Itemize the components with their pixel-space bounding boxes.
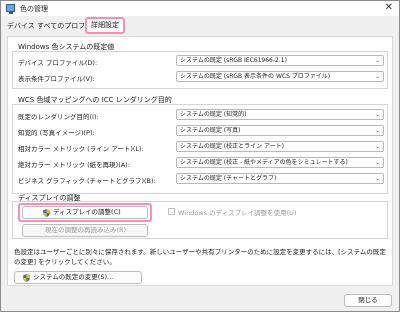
- chevron-down-icon: ⌄: [374, 143, 380, 150]
- default-intent-select[interactable]: システムの既定 (知覚的) ⌄: [176, 109, 384, 120]
- relative-colorimetric-select[interactable]: システムの既定 (校正とライン アート) ⌄: [176, 141, 384, 152]
- absolute-colorimetric-value: システムの既定 (校正 - 紙やメディアの色をシミュレートする): [180, 159, 348, 166]
- absolute-colorimetric-label: 絶対カラー メトリック (紙を再現)(A):: [18, 161, 130, 169]
- close-button[interactable]: 閉じる: [344, 294, 392, 307]
- device-profile-value: システムの既定 (sRGB IEC61966-2.1): [180, 57, 287, 64]
- tab-advanced[interactable]: 詳細設定: [85, 17, 125, 34]
- tab-bar: デバイス すべてのプロファイル 詳細設定: [1, 17, 399, 36]
- default-intent-value: システムの既定 (知覚的): [180, 111, 247, 118]
- business-graphics-value: システムの既定 (チャートとグラフ): [180, 175, 277, 182]
- use-windows-calibration-label: Windows のディスプレイ調整を使用(U): [178, 209, 297, 217]
- absolute-colorimetric-select[interactable]: システムの既定 (校正 - 紙やメディアの色をシミュレートする) ⌄: [176, 157, 384, 168]
- device-profile-select[interactable]: システムの既定 (sRGB IEC61966-2.1) ⌄: [176, 55, 384, 66]
- perceptual-value: システムの既定 (写真): [180, 127, 241, 134]
- window-title: 色の管理: [20, 5, 48, 13]
- tab-devices[interactable]: デバイス: [7, 21, 35, 31]
- uac-shield-icon: [23, 274, 30, 282]
- uac-shield-icon: [43, 209, 50, 217]
- chevron-down-icon: ⌄: [374, 127, 380, 134]
- change-system-defaults-label: システムの既定の変更(S)...: [33, 273, 114, 281]
- use-windows-calibration-checkbox[interactable]: [168, 208, 175, 215]
- default-intent-label: 既定のレンダリング目的(I):: [18, 113, 99, 121]
- business-graphics-label: ビジネス グラフィック (チャートとグラフ)(B):: [18, 177, 156, 185]
- chevron-down-icon: ⌄: [374, 159, 380, 166]
- viewing-conditions-value: システムの既定 (sRGB 表示条件の WCS プロファイル): [180, 73, 331, 80]
- settings-note: 色設定はユーザーごとに別々に保存されます。新しいユーザーや共有プリンターのために…: [14, 248, 386, 266]
- close-icon[interactable]: ✕: [385, 2, 393, 13]
- perceptual-select[interactable]: システムの既定 (写真) ⌄: [176, 125, 384, 136]
- calibrate-display-label: ディスプレイの調整(C): [53, 208, 121, 216]
- viewing-conditions-label: 表示条件プロファイル(V):: [18, 75, 95, 83]
- reload-calibration-label: 現在の調整の再読み込み(R): [45, 226, 127, 234]
- chevron-down-icon: ⌄: [374, 175, 380, 182]
- color-management-window: 色の管理 ✕ デバイス すべてのプロファイル 詳細設定 Windows 色システ…: [0, 0, 400, 312]
- perceptual-label: 知覚的 (写真イメージ)(P):: [18, 129, 95, 137]
- title-bar: 色の管理 ✕: [1, 1, 399, 16]
- monitor-icon: [6, 4, 15, 14]
- viewing-conditions-select[interactable]: システムの既定 (sRGB 表示条件の WCS プロファイル) ⌄: [176, 71, 384, 82]
- change-system-defaults-button[interactable]: システムの既定の変更(S)...: [14, 271, 142, 284]
- relative-colorimetric-label: 相対カラー メトリック (ライン アート)(L):: [18, 145, 144, 153]
- advanced-panel: Windows 色システムの既定値 デバイス プロファイル(D): システムの既…: [7, 36, 393, 286]
- chevron-down-icon: ⌄: [374, 111, 380, 118]
- relative-colorimetric-value: システムの既定 (校正とライン アート): [180, 143, 284, 150]
- calibrate-display-button[interactable]: ディスプレイの調整(C): [22, 206, 148, 219]
- business-graphics-select[interactable]: システムの既定 (チャートとグラフ) ⌄: [176, 173, 384, 184]
- device-profile-label: デバイス プロファイル(D):: [18, 59, 98, 67]
- chevron-down-icon: ⌄: [374, 57, 380, 64]
- reload-calibration-button[interactable]: 現在の調整の再読み込み(R): [22, 224, 148, 237]
- chevron-down-icon: ⌄: [374, 73, 380, 80]
